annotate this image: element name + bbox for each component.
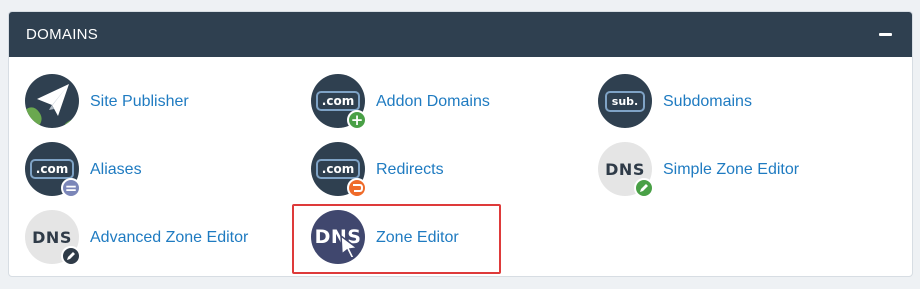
equals-icon: =	[61, 178, 81, 198]
pencil-icon	[61, 246, 81, 266]
aliases-label: Aliases	[90, 161, 142, 178]
com-add-icon: .com +	[311, 74, 367, 130]
domains-panel: DOMAINS Site Publisher .com + Addon Doma…	[8, 11, 913, 277]
site-publisher-label: Site Publisher	[90, 93, 189, 110]
dns-pencil-icon: DNS	[25, 210, 81, 266]
addon-domains-link[interactable]: .com + Addon Domains	[311, 74, 490, 130]
pencil-icon	[634, 178, 654, 198]
aliases-link[interactable]: .com = Aliases	[25, 142, 142, 198]
subdomains-link[interactable]: sub. Subdomains	[598, 74, 752, 130]
dns-pencil-icon: DNS	[598, 142, 654, 198]
simple-zone-editor-link[interactable]: DNS Simple Zone Editor	[598, 142, 799, 198]
com-redirect-icon: .com	[311, 142, 367, 198]
subdomains-label: Subdomains	[663, 93, 752, 110]
redirects-link[interactable]: .com Redirects	[311, 142, 444, 198]
collapse-icon[interactable]	[879, 33, 892, 36]
panel-title: DOMAINS	[26, 26, 99, 43]
plus-icon: +	[347, 110, 367, 130]
redirect-arrow-icon	[347, 178, 367, 198]
redirects-label: Redirects	[376, 161, 444, 178]
paper-plane-globe-icon	[25, 74, 81, 130]
advanced-zone-editor-label: Advanced Zone Editor	[90, 229, 249, 246]
site-publisher-link[interactable]: Site Publisher	[25, 74, 189, 130]
com-alias-icon: .com =	[25, 142, 81, 198]
simple-zone-editor-label: Simple Zone Editor	[663, 161, 800, 178]
zone-editor-highlight	[292, 204, 501, 274]
addon-domains-label: Addon Domains	[376, 93, 490, 110]
sub-domain-icon: sub.	[598, 74, 654, 130]
panel-header[interactable]: DOMAINS	[9, 12, 912, 57]
advanced-zone-editor-link[interactable]: DNS Advanced Zone Editor	[25, 210, 248, 266]
